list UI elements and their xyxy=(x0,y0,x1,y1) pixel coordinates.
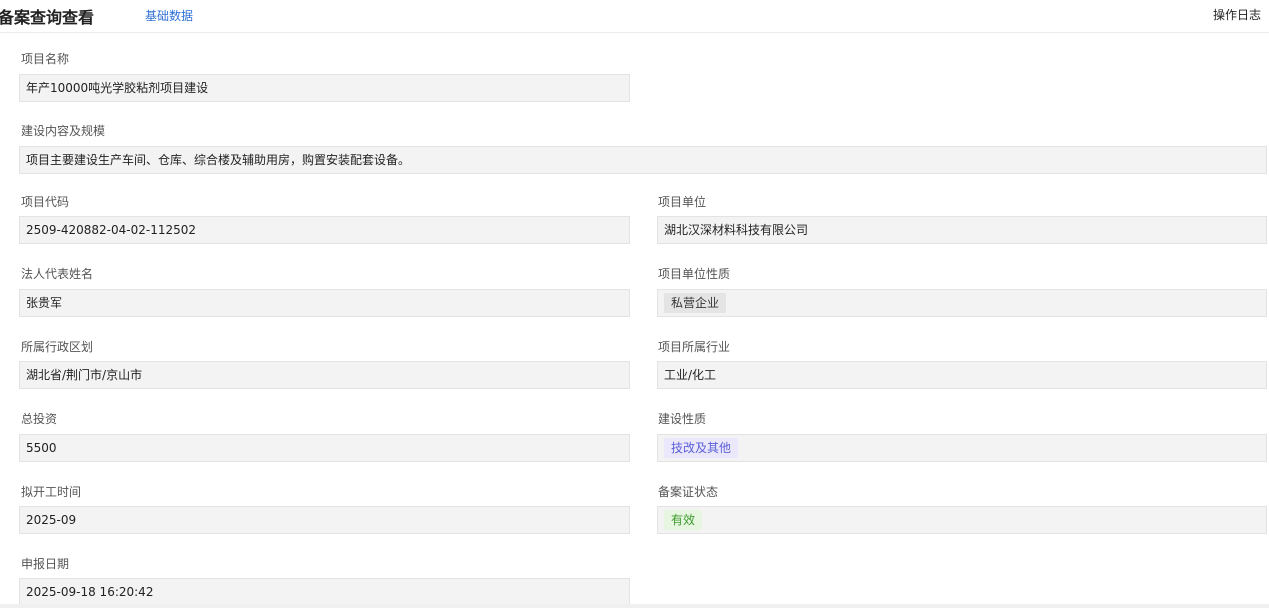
project-code-field: 2509-420882-04-02-112502 xyxy=(19,216,630,244)
project-unit-value: 湖北汉深材料科技有限公司 xyxy=(664,223,809,237)
content-scale-field: 项目主要建设生产车间、仓库、综合楼及辅助用房，购置安装配套设备。 xyxy=(19,146,1267,174)
region-field: 湖北省/荆门市/京山市 xyxy=(19,361,630,389)
region-value: 湖北省/荆门市/京山市 xyxy=(26,368,143,382)
industry-label: 项目所属行业 xyxy=(658,340,731,354)
apply-date-label: 申报日期 xyxy=(21,557,70,571)
apply-date-field: 2025-09-18 16:20:42 xyxy=(19,578,630,606)
legal-rep-field: 张贵军 xyxy=(19,289,630,317)
build-nature-field: 技改及其他 xyxy=(657,434,1267,462)
project-name-value: 年产10000吨光学胶粘剂项目建设 xyxy=(26,81,209,95)
industry-value: 工业/化工 xyxy=(664,368,717,382)
operation-log-link[interactable]: 操作日志 xyxy=(1213,6,1261,23)
total-investment-field: 5500 xyxy=(19,434,630,462)
page-title: 备案查询查看 xyxy=(0,8,95,27)
unit-nature-label: 项目单位性质 xyxy=(658,267,731,281)
unit-nature-field: 私营企业 xyxy=(657,289,1267,317)
industry-field: 工业/化工 xyxy=(657,361,1267,389)
start-time-value: 2025-09 xyxy=(26,513,77,527)
build-nature-label: 建设性质 xyxy=(658,412,707,426)
total-investment-value: 5500 xyxy=(26,441,57,455)
build-nature-tag: 技改及其他 xyxy=(664,438,739,458)
cert-status-label: 备案证状态 xyxy=(658,485,719,499)
project-code-value: 2509-420882-04-02-112502 xyxy=(26,223,197,237)
project-unit-field: 湖北汉深材料科技有限公司 xyxy=(657,216,1267,244)
bottom-divider xyxy=(0,604,1269,608)
content-scale-value: 项目主要建设生产车间、仓库、综合楼及辅助用房，购置安装配套设备。 xyxy=(26,153,411,167)
unit-nature-tag: 私营企业 xyxy=(664,293,727,313)
project-code-label: 项目代码 xyxy=(21,195,70,209)
apply-date-value: 2025-09-18 16:20:42 xyxy=(26,585,154,599)
page-header: 备案查询查看 基础数据 操作日志 xyxy=(0,0,1269,33)
tab-basic-data[interactable]: 基础数据 xyxy=(145,7,193,24)
legal-rep-value: 张贵军 xyxy=(26,296,63,310)
start-time-field: 2025-09 xyxy=(19,506,630,534)
content-scale-label: 建设内容及规模 xyxy=(21,124,106,138)
project-name-label: 项目名称 xyxy=(21,52,70,66)
total-investment-label: 总投资 xyxy=(21,412,58,426)
start-time-label: 拟开工时间 xyxy=(21,485,82,499)
region-label: 所属行政区划 xyxy=(21,340,94,354)
project-unit-label: 项目单位 xyxy=(658,195,707,209)
cert-status-tag: 有效 xyxy=(664,510,703,530)
legal-rep-label: 法人代表姓名 xyxy=(21,267,94,281)
project-name-field: 年产10000吨光学胶粘剂项目建设 xyxy=(19,74,630,102)
cert-status-field: 有效 xyxy=(657,506,1267,534)
